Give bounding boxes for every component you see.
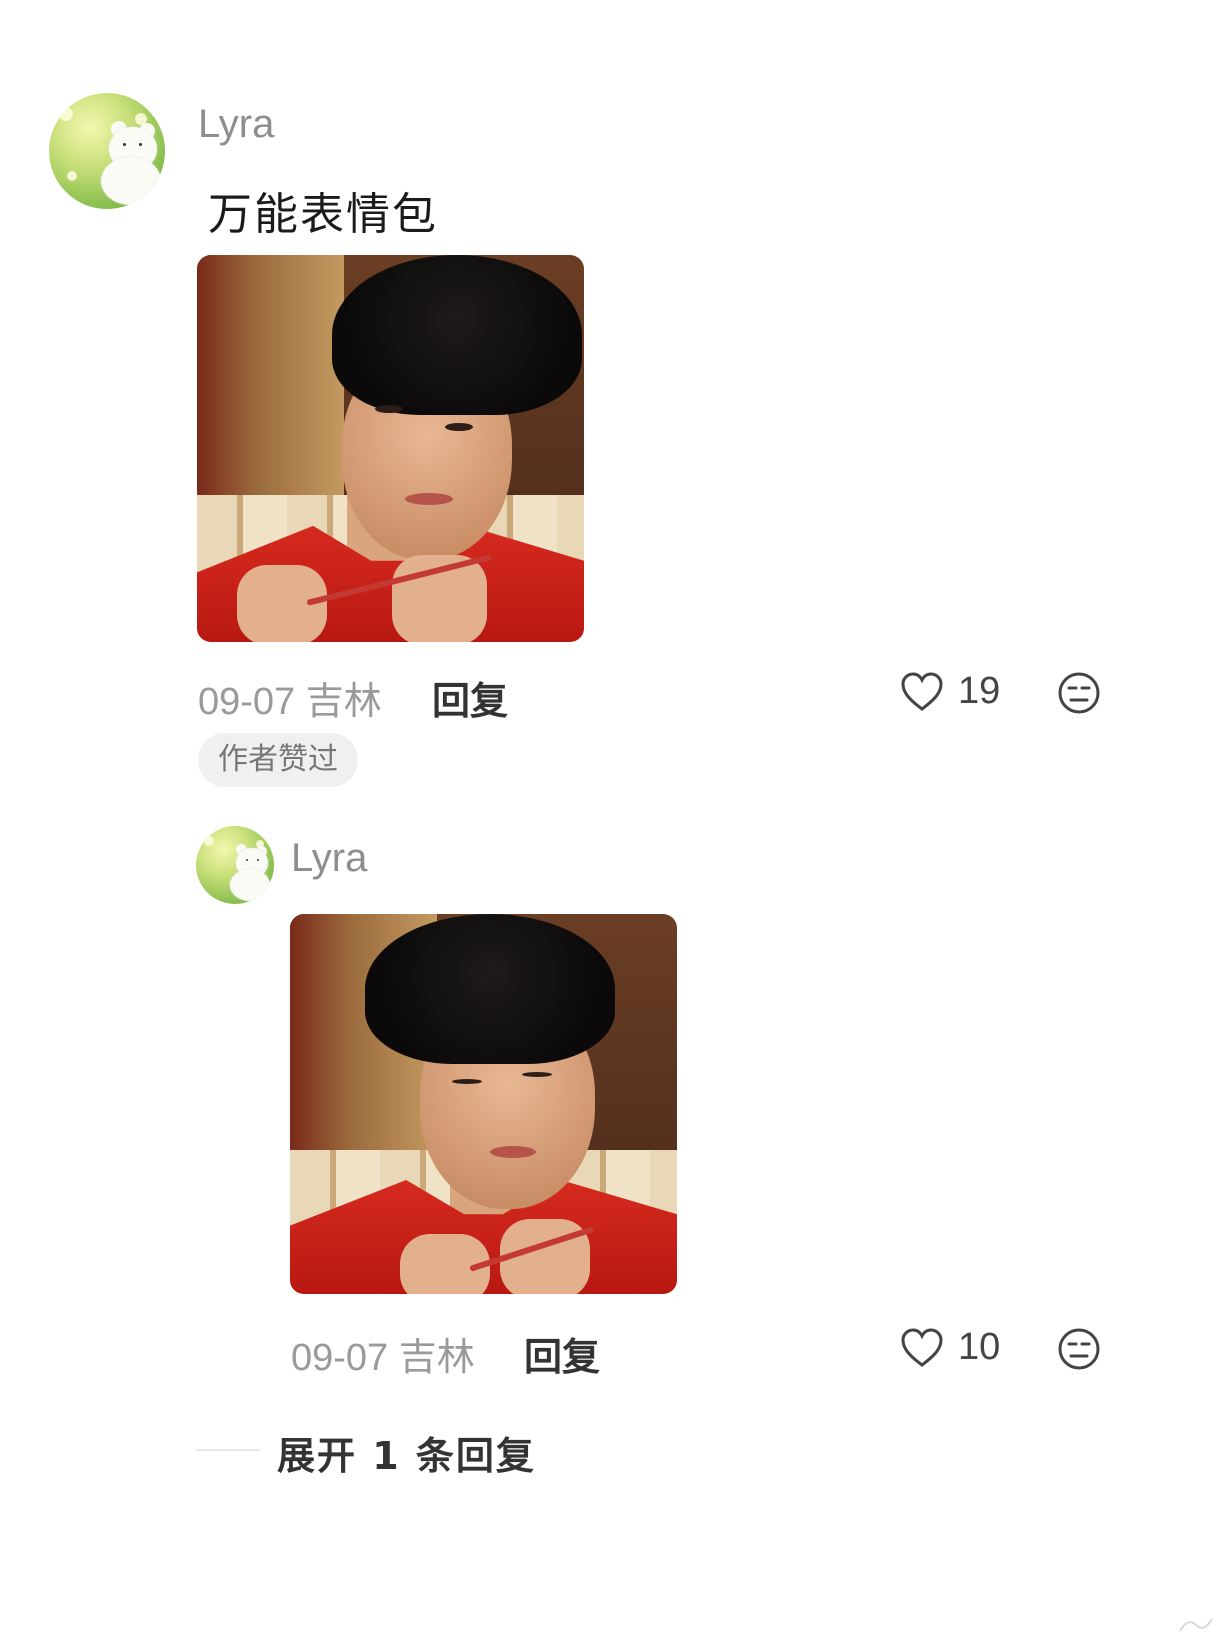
neutral-face-icon[interactable] [1057, 1327, 1101, 1371]
comment-username[interactable]: Lyra [198, 102, 274, 147]
heart-outline-icon[interactable] [900, 672, 944, 712]
reply-date-location: 09-07 吉林 [291, 1337, 475, 1379]
reply-like-count: 10 [958, 1326, 1001, 1368]
avatar-bear-body [230, 869, 270, 901]
photo-hair [332, 255, 582, 415]
expand-divider [196, 1449, 260, 1451]
avatar-flower [67, 171, 77, 181]
photo-hair [365, 914, 615, 1064]
avatar-flower [59, 107, 73, 121]
avatar-bear-eye [139, 143, 142, 146]
expand-replies-button[interactable]: 展开 1 条回复 [277, 1425, 536, 1480]
neutral-face-icon[interactable] [1057, 671, 1101, 715]
comment-date-location: 09-07 吉林 [198, 681, 382, 723]
author-liked-badge: 作者赞过 [198, 733, 358, 787]
photo-lips [405, 493, 453, 505]
comment-reply-button[interactable]: 回复 [432, 670, 508, 725]
comment-image[interactable] [197, 255, 584, 642]
reply-user-avatar[interactable] [196, 826, 274, 904]
avatar-bear-eye [257, 859, 259, 861]
avatar-flower [204, 836, 214, 846]
avatar-bear-eye [246, 859, 248, 861]
user-avatar[interactable] [49, 93, 165, 209]
reply-username[interactable]: Lyra [291, 836, 367, 881]
avatar-bear-body [101, 157, 161, 205]
photo-background [197, 255, 345, 495]
avatar-bear-eye [123, 143, 126, 146]
heart-outline-icon[interactable] [900, 1328, 944, 1368]
photo-lips [490, 1146, 536, 1158]
watermark-icon [1179, 1618, 1213, 1632]
photo-eye [522, 1072, 552, 1077]
photo-eye [375, 405, 403, 413]
photo-eye [445, 423, 473, 431]
comment-like-count: 19 [958, 670, 1001, 712]
photo-eye [452, 1079, 482, 1084]
comment-text: 万能表情包 [208, 189, 438, 240]
reply-reply-button[interactable]: 回复 [524, 1326, 600, 1381]
reply-image[interactable] [290, 914, 677, 1294]
